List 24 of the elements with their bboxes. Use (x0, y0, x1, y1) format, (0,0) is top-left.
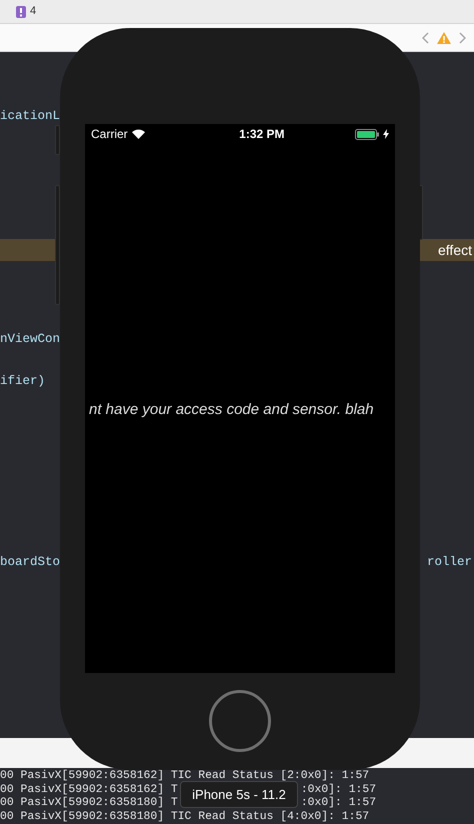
log-text: 00 PasivX[59902:6358180] TIC Read Status [4:0x0]: 1:57 (0, 810, 370, 824)
code-text: ifier) (0, 372, 46, 390)
issue-icon (16, 6, 26, 18)
carrier-label: Carrier (91, 126, 128, 143)
device-tooltip: iPhone 5s - 11.2 (180, 781, 298, 808)
clock: 1:32 PM (239, 126, 285, 143)
code-text: effect (438, 240, 472, 260)
log-text: :0x0]: 1:57 (300, 797, 376, 810)
wifi-icon (132, 129, 145, 139)
log-text: 00 PasivX[59902:6358162] T (0, 784, 178, 796)
code-text: roller (426, 554, 472, 571)
log-text: :0x0]: 1:57 (300, 784, 376, 796)
code-text: boardSto (0, 554, 60, 571)
home-button[interactable] (209, 690, 271, 752)
code-text: icationL (0, 108, 60, 125)
log-text: 00 PasivX[59902:6358180] T (0, 797, 178, 810)
log-text: 00 PasivX[59902:6358162] TIC Read Status [2:0x0]: 1:57 (0, 770, 370, 784)
chevron-left-icon[interactable] (422, 32, 429, 44)
issue-count: 4 (30, 4, 36, 20)
warning-icon[interactable] (437, 32, 451, 44)
chevron-right-icon[interactable] (459, 32, 466, 44)
battery-icon (355, 128, 379, 140)
message-text: nt have your access code and sensor. blah (88, 400, 375, 420)
code-text: nViewCon (0, 330, 60, 348)
